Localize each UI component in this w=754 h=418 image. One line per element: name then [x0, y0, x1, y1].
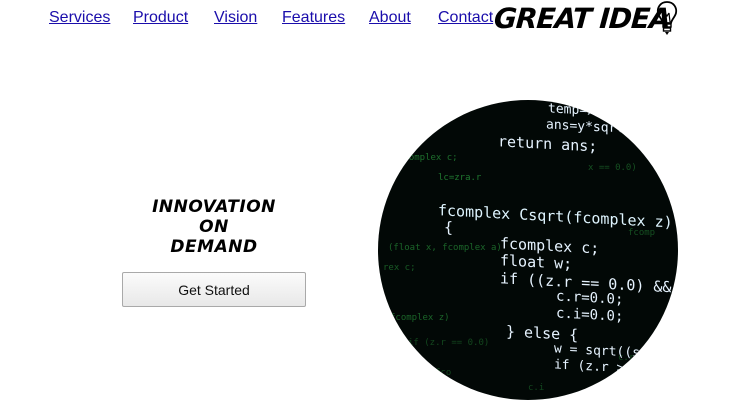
- background-code-streak: sqrt(fco: [408, 368, 451, 378]
- background-code-streak: fcomplex c;: [398, 153, 458, 163]
- nav-link-services[interactable]: Services: [49, 9, 110, 27]
- code-image-canvas: fcomplex c; (float x, fcomplex a) rex c; fc…: [383, 101, 678, 393]
- background-code-streak: fcomplex z): [390, 313, 450, 323]
- code-line: c.i=0.0;: [556, 305, 623, 325]
- background-code-streak: lc=zra.r: [438, 173, 482, 183]
- code-line: return ans;: [498, 132, 597, 155]
- nav-link-features[interactable]: Features: [282, 9, 345, 27]
- code-line: {: [444, 218, 453, 236]
- tagline-line-2: ON: [199, 217, 229, 237]
- code-line: if (z.r >= 0.0): [554, 357, 671, 378]
- nav-link-contact[interactable]: Contact: [438, 9, 493, 27]
- code-line: } else {: [506, 322, 578, 344]
- background-code-streak: if (z.r == 0.0): [408, 338, 489, 348]
- nav-link-about[interactable]: About: [369, 9, 411, 27]
- lightbulb-icon: [656, 1, 678, 35]
- background-code-streak: rex c;: [383, 263, 416, 273]
- hero-tagline: INNOVATION ON DEMAND: [150, 197, 278, 257]
- background-code-streak: x == 0.0): [588, 163, 637, 173]
- get-started-button[interactable]: Get Started: [122, 272, 306, 307]
- nav-link-vision[interactable]: Vision: [214, 9, 257, 27]
- tagline-line-3: DEMAND: [170, 237, 258, 257]
- nav-link-product[interactable]: Product: [133, 9, 188, 27]
- code-line: fcomplex Csqrt(fcomplex z): [438, 201, 673, 231]
- background-code-streak: (float x, fcomplex a): [388, 243, 502, 253]
- logo-text: GREAT IDEA: [492, 2, 672, 35]
- background-code-streak: c.i: [528, 383, 544, 393]
- tagline-line-1: INNOVATION: [152, 197, 276, 217]
- code-image: fcomplex c; (float x, fcomplex a) rex c; fc…: [378, 100, 678, 400]
